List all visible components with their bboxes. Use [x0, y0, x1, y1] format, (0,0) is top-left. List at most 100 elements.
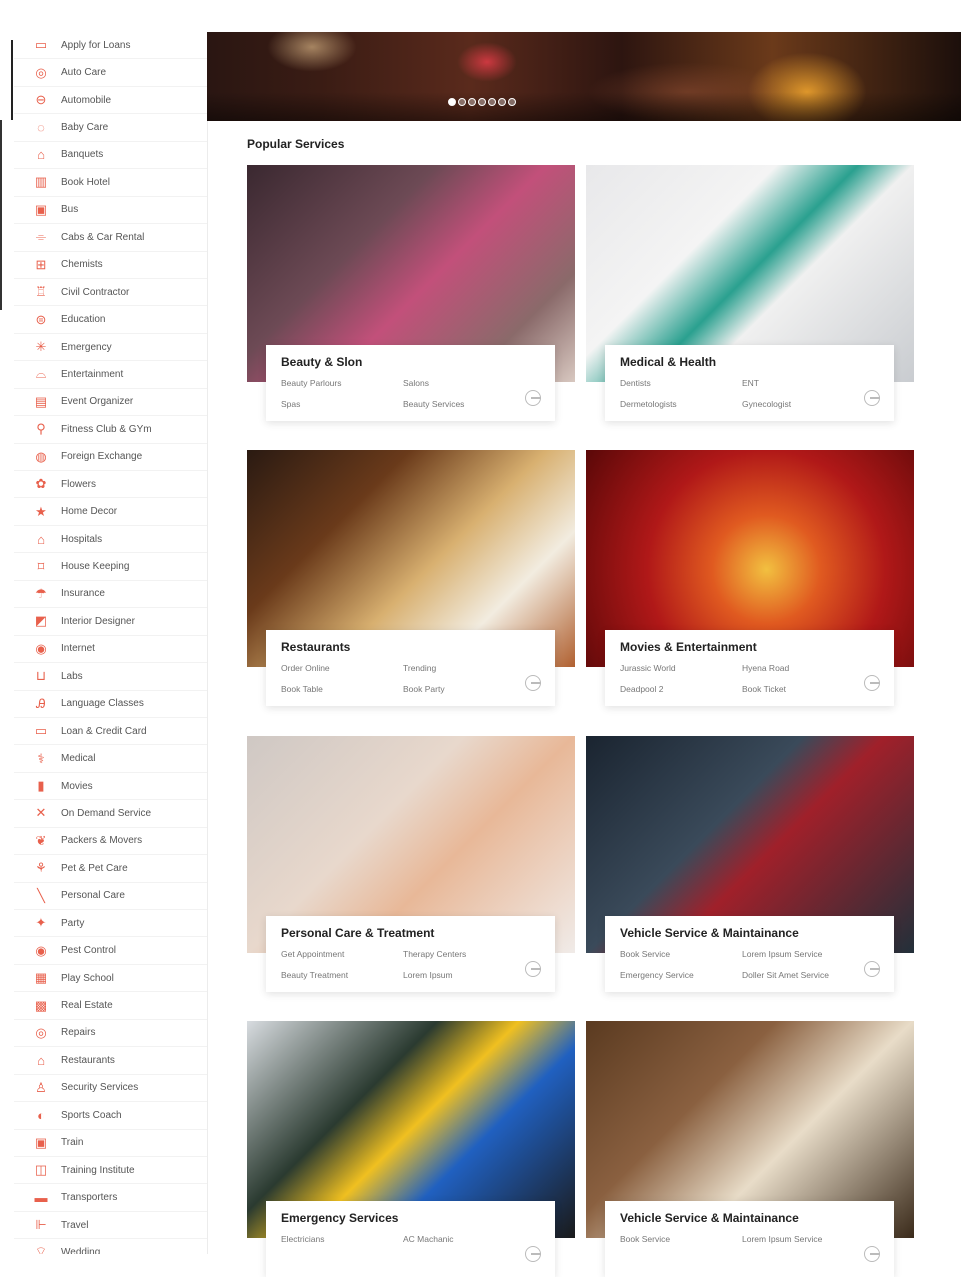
sidebar-item[interactable]: Ꭿ Language Classes	[14, 691, 207, 718]
sidebar-item[interactable]: ⌂ Restaurants	[14, 1047, 207, 1075]
service-link[interactable]: Beauty Parlours	[281, 378, 341, 388]
hero-slider[interactable]	[207, 32, 961, 121]
sidebar-item[interactable]: ▣ Bus	[14, 197, 207, 225]
sidebar-item[interactable]: ▥ Book Hotel	[14, 169, 207, 197]
sidebar-item[interactable]: ╲ Personal Care	[14, 883, 207, 910]
service-card-title[interactable]: Restaurants	[281, 640, 350, 654]
arrow-right-circle-icon[interactable]	[864, 961, 880, 977]
service-card-title[interactable]: Medical & Health	[620, 355, 716, 369]
service-link[interactable]: AC Machanic	[403, 1234, 454, 1244]
sidebar-item[interactable]: ⊩ Travel	[14, 1212, 207, 1240]
sidebar-item[interactable]: ⌂ Banquets	[14, 142, 207, 170]
service-link[interactable]: Therapy Centers	[403, 949, 466, 959]
sidebar-item[interactable]: ⌓ Entertainment	[14, 361, 207, 389]
arrow-right-circle-icon[interactable]	[864, 1246, 880, 1262]
slider-dot[interactable]	[488, 98, 496, 106]
sidebar-item[interactable]: ◩ Interior Designer	[14, 608, 207, 636]
sidebar-item[interactable]: ▭ Loan & Credit Card	[14, 718, 207, 746]
arrow-right-circle-icon[interactable]	[525, 1246, 541, 1262]
service-link[interactable]: Trending	[403, 663, 436, 673]
sidebar-item[interactable]: ▭ Apply for Loans	[14, 32, 207, 60]
sidebar-item[interactable]: ⊔ Labs	[14, 663, 207, 691]
sidebar-item[interactable]: ▮ Movies	[14, 773, 207, 801]
slider-dot[interactable]	[458, 98, 466, 106]
service-link[interactable]: Electricians	[281, 1234, 324, 1244]
service-link[interactable]: Spas	[281, 399, 300, 409]
slider-dot[interactable]	[478, 98, 486, 106]
sidebar-item[interactable]: ♖ Civil Contractor	[14, 279, 207, 307]
sidebar-item[interactable]: ▦ Play School	[14, 965, 207, 993]
service-link[interactable]: Dermetologists	[620, 399, 677, 409]
service-link[interactable]: Emergency Service	[620, 970, 694, 980]
service-link[interactable]: Doller Sit Amet Service	[742, 970, 829, 980]
play-school-icon: ▦	[34, 970, 48, 986]
sidebar-item[interactable]: ◉ Internet	[14, 636, 207, 664]
service-card-title[interactable]: Emergency Services	[281, 1211, 398, 1225]
sidebar-item[interactable]: ★ Home Decor	[14, 498, 207, 526]
sidebar-item[interactable]: ◫ Training Institute	[14, 1157, 207, 1185]
party-icon: ✦	[35, 915, 47, 931]
service-link[interactable]: Book Party	[403, 684, 445, 694]
umbrella-icon: ☂	[35, 585, 47, 601]
sidebar-item[interactable]: ⌔ Wedding	[14, 1239, 207, 1254]
sidebar-item[interactable]: ⚘ Pet & Pet Care	[14, 855, 207, 883]
service-card-title[interactable]: Personal Care & Treatment	[281, 926, 434, 940]
service-link[interactable]: Hyena Road	[742, 663, 789, 673]
service-link[interactable]: Book Ticket	[742, 684, 786, 694]
sidebar-item[interactable]: ⚲ Fitness Club & GYm	[14, 416, 207, 444]
sidebar-item[interactable]: ◐ Sports Coach	[14, 1102, 207, 1130]
arrow-right-circle-icon[interactable]	[525, 675, 541, 691]
slider-dot[interactable]	[498, 98, 506, 106]
service-link[interactable]: ENT	[742, 378, 759, 388]
sidebar-item[interactable]: ◉ Pest Control	[14, 937, 207, 965]
service-link[interactable]: Book Service	[620, 1234, 670, 1244]
service-card-title[interactable]: Vehicle Service & Maintainance	[620, 1211, 799, 1225]
sidebar-item[interactable]: ◎ Auto Care	[14, 59, 207, 87]
sidebar-item[interactable]: ⌂ Hospitals	[14, 526, 207, 554]
sidebar-item[interactable]: ❦ Packers & Movers	[14, 828, 207, 856]
service-link[interactable]: Lorem Ipsum Service	[742, 949, 822, 959]
sidebar-item[interactable]: ⊜ Education	[14, 306, 207, 334]
sidebar-item[interactable]: ☂ Insurance	[14, 581, 207, 609]
sidebar-item[interactable]: ⌯ Cabs & Car Rental	[14, 224, 207, 252]
sidebar-item[interactable]: ◍ Foreign Exchange	[14, 444, 207, 471]
sidebar-item[interactable]: ▤ Event Organizer	[14, 389, 207, 417]
service-link[interactable]: Get Appointment	[281, 949, 344, 959]
sidebar-item[interactable]: ⌑ House Keeping	[14, 553, 207, 581]
service-card-title[interactable]: Movies & Entertainment	[620, 640, 757, 654]
service-link[interactable]: Jurassic World	[620, 663, 676, 673]
sidebar-item[interactable]: ▣ Train	[14, 1130, 207, 1157]
arrow-right-circle-icon[interactable]	[864, 675, 880, 691]
arrow-right-circle-icon[interactable]	[525, 390, 541, 406]
service-link[interactable]: Order Online	[281, 663, 330, 673]
service-card-title[interactable]: Beauty & Slon	[281, 355, 362, 369]
sidebar-item[interactable]: ✦ Party	[14, 910, 207, 938]
service-link[interactable]: Gynecologist	[742, 399, 791, 409]
sidebar-item[interactable]: ▬ Transporters	[14, 1184, 207, 1212]
service-link[interactable]: Book Table	[281, 684, 323, 694]
service-link[interactable]: Beauty Services	[403, 399, 464, 409]
slider-dot[interactable]	[468, 98, 476, 106]
sidebar-item[interactable]: ◌ Baby Care	[14, 114, 207, 142]
sidebar-item[interactable]: ✕ On Demand Service	[14, 800, 207, 828]
sidebar-item[interactable]: ⊖ Automobile	[14, 87, 207, 115]
service-link[interactable]: Book Service	[620, 949, 670, 959]
sidebar-item[interactable]: ▩ Real Estate	[14, 992, 207, 1020]
service-card-title[interactable]: Vehicle Service & Maintainance	[620, 926, 799, 940]
slider-dot[interactable]	[448, 98, 456, 106]
service-link[interactable]: Deadpool 2	[620, 684, 663, 694]
sidebar-item[interactable]: ✿ Flowers	[14, 471, 207, 499]
service-link[interactable]: Lorem Ipsum	[403, 970, 453, 980]
arrow-right-circle-icon[interactable]	[864, 390, 880, 406]
sidebar-item[interactable]: ⊞ Chemists	[14, 252, 207, 279]
sidebar-item[interactable]: ♙ Security Services	[14, 1075, 207, 1103]
sidebar-item[interactable]: ✳ Emergency	[14, 334, 207, 362]
service-link[interactable]: Lorem Ipsum Service	[742, 1234, 822, 1244]
slider-dot[interactable]	[508, 98, 516, 106]
sidebar-item[interactable]: ⚕ Medical	[14, 745, 207, 773]
arrow-right-circle-icon[interactable]	[525, 961, 541, 977]
service-link[interactable]: Salons	[403, 378, 429, 388]
service-link[interactable]: Dentists	[620, 378, 651, 388]
service-link[interactable]: Beauty Treatment	[281, 970, 348, 980]
sidebar-item[interactable]: ◎ Repairs	[14, 1020, 207, 1048]
